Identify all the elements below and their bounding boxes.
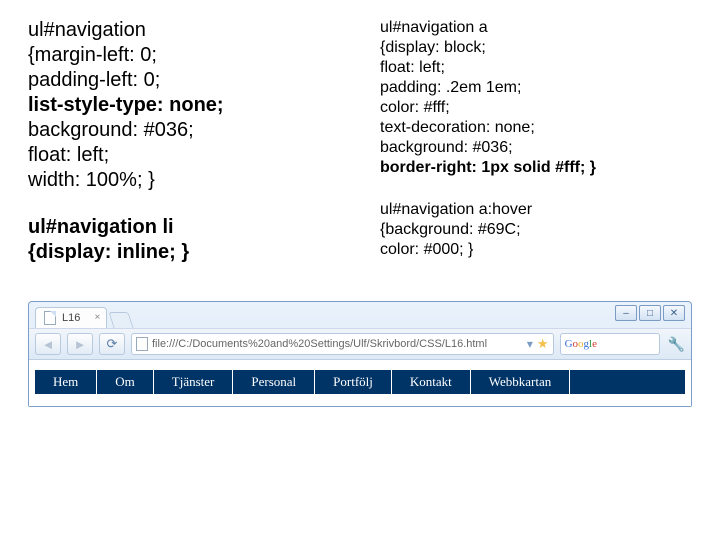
url-text: file:///C:/Documents%20and%20Settings/Ul…: [152, 338, 523, 350]
page-content: Hem Om Tjänster Personal Portfölj Kontak…: [29, 360, 691, 406]
browser-window: L16 × – □ ✕ ◄ ► ⟳ file:///C:/Documents%2…: [28, 301, 692, 407]
navigation-menu: Hem Om Tjänster Personal Portfölj Kontak…: [35, 370, 685, 394]
css-line: padding-left: 0;: [28, 68, 340, 93]
nav-item-portfolj[interactable]: Portfölj: [315, 370, 392, 394]
css-selector: ul#navigation li: [28, 215, 340, 240]
css-selector: ul#navigation: [28, 18, 340, 43]
new-tab-button[interactable]: [109, 312, 134, 328]
css-line: padding: .2em 1em;: [380, 78, 692, 98]
wrench-menu-icon[interactable]: 🔧: [668, 336, 685, 353]
css-line: {background: #69C;: [380, 220, 692, 240]
google-logo: Google: [565, 338, 597, 350]
page-icon: [136, 337, 148, 351]
css-line: {margin-left: 0;: [28, 43, 340, 68]
css-line: background: #036;: [380, 138, 692, 158]
css-line: list-style-type: none;: [28, 93, 340, 118]
css-line: {display: inline; }: [28, 240, 340, 265]
back-button[interactable]: ◄: [35, 333, 61, 355]
nav-item-webbkartan[interactable]: Webbkartan: [471, 370, 570, 394]
nav-item-om[interactable]: Om: [97, 370, 154, 394]
nav-item-kontakt[interactable]: Kontakt: [392, 370, 471, 394]
css-line: float: left;: [380, 58, 692, 78]
css-line: float: left;: [28, 143, 340, 168]
css-line: border-right: 1px solid #fff; }: [380, 158, 692, 178]
css-line: color: #000; }: [380, 240, 692, 260]
css-selector: ul#navigation a: [380, 18, 692, 38]
tab-title: L16: [62, 312, 80, 324]
css-line: text-decoration: none;: [380, 118, 692, 138]
css-line: {display: block;: [380, 38, 692, 58]
window-close-button[interactable]: ✕: [663, 305, 685, 321]
bookmark-star-icon[interactable]: ★: [537, 336, 549, 352]
css-line: width: 100%; }: [28, 168, 340, 193]
window-maximize-button[interactable]: □: [639, 305, 661, 321]
nav-item-tjanster[interactable]: Tjänster: [154, 370, 234, 394]
window-minimize-button[interactable]: –: [615, 305, 637, 321]
tab-bar: L16 × – □ ✕: [29, 302, 691, 328]
css-line: background: #036;: [28, 118, 340, 143]
dropdown-icon[interactable]: ▾: [527, 337, 533, 351]
reload-button[interactable]: ⟳: [99, 333, 125, 355]
css-selector: ul#navigation a:hover: [380, 200, 692, 220]
browser-toolbar: ◄ ► ⟳ file:///C:/Documents%20and%20Setti…: [29, 328, 691, 360]
browser-tab[interactable]: L16 ×: [35, 307, 107, 328]
forward-button[interactable]: ►: [67, 333, 93, 355]
nav-item-hem[interactable]: Hem: [35, 370, 97, 394]
search-box[interactable]: Google: [560, 333, 660, 355]
page-icon: [44, 311, 56, 325]
close-tab-icon[interactable]: ×: [95, 312, 101, 323]
css-line: color: #fff;: [380, 98, 692, 118]
nav-item-personal[interactable]: Personal: [233, 370, 315, 394]
address-bar[interactable]: file:///C:/Documents%20and%20Settings/Ul…: [131, 333, 554, 355]
